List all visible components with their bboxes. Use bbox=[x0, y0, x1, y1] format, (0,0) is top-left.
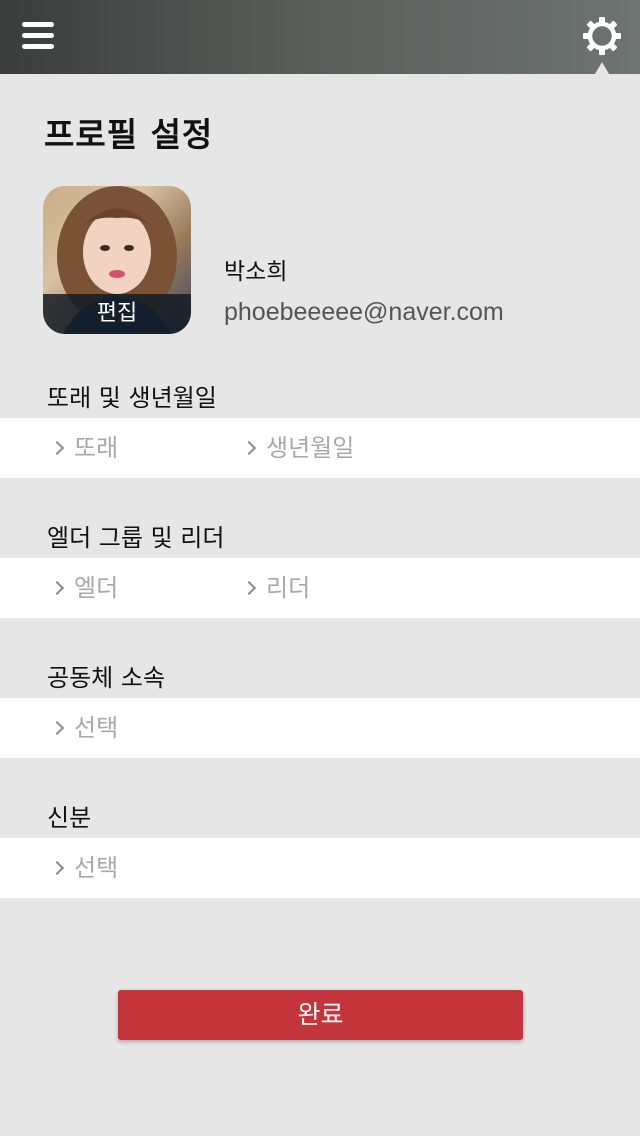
elder-select[interactable]: 엘더 bbox=[49, 558, 119, 618]
elder-leader-row: 엘더 리더 bbox=[0, 558, 640, 618]
status-row: 선택 bbox=[0, 838, 640, 898]
birthdate-select[interactable]: 생년월일 bbox=[241, 418, 355, 478]
top-bar bbox=[0, 0, 640, 74]
chevron-right-icon bbox=[49, 720, 65, 736]
section-label-peer-birth: 또래 및 생년월일 bbox=[47, 384, 217, 412]
avatar[interactable]: 편집 bbox=[43, 186, 191, 334]
chevron-right-icon bbox=[241, 580, 257, 596]
section-label-community: 공동체 소속 bbox=[47, 664, 166, 692]
status-select-label: 선택 bbox=[74, 854, 119, 882]
hamburger-menu-icon[interactable] bbox=[22, 22, 54, 50]
avatar-edit-label[interactable]: 편집 bbox=[43, 294, 191, 334]
community-select[interactable]: 선택 bbox=[49, 698, 119, 758]
section-label-elder-leader: 엘더 그룹 및 리더 bbox=[47, 524, 225, 552]
settings-pointer bbox=[595, 62, 609, 74]
user-name: 박소희 bbox=[224, 259, 288, 285]
peer-select-label: 또래 bbox=[74, 434, 119, 462]
user-email: phoebeeeee@naver.com bbox=[224, 298, 504, 326]
peer-select[interactable]: 또래 bbox=[49, 418, 119, 478]
done-button[interactable]: 완료 bbox=[118, 990, 523, 1040]
chevron-right-icon bbox=[241, 440, 257, 456]
leader-select-label: 리더 bbox=[266, 574, 311, 602]
chevron-right-icon bbox=[49, 580, 65, 596]
leader-select[interactable]: 리더 bbox=[241, 558, 311, 618]
chevron-right-icon bbox=[49, 860, 65, 876]
page-title: 프로필 설정 bbox=[44, 115, 214, 154]
gear-icon[interactable] bbox=[582, 16, 622, 56]
chevron-right-icon bbox=[49, 440, 65, 456]
section-label-status: 신분 bbox=[47, 804, 92, 832]
peer-birth-row: 또래 생년월일 bbox=[0, 418, 640, 478]
elder-select-label: 엘더 bbox=[74, 574, 119, 602]
status-select[interactable]: 선택 bbox=[49, 838, 119, 898]
birthdate-select-label: 생년월일 bbox=[266, 434, 355, 462]
community-select-label: 선택 bbox=[74, 714, 119, 742]
community-row: 선택 bbox=[0, 698, 640, 758]
